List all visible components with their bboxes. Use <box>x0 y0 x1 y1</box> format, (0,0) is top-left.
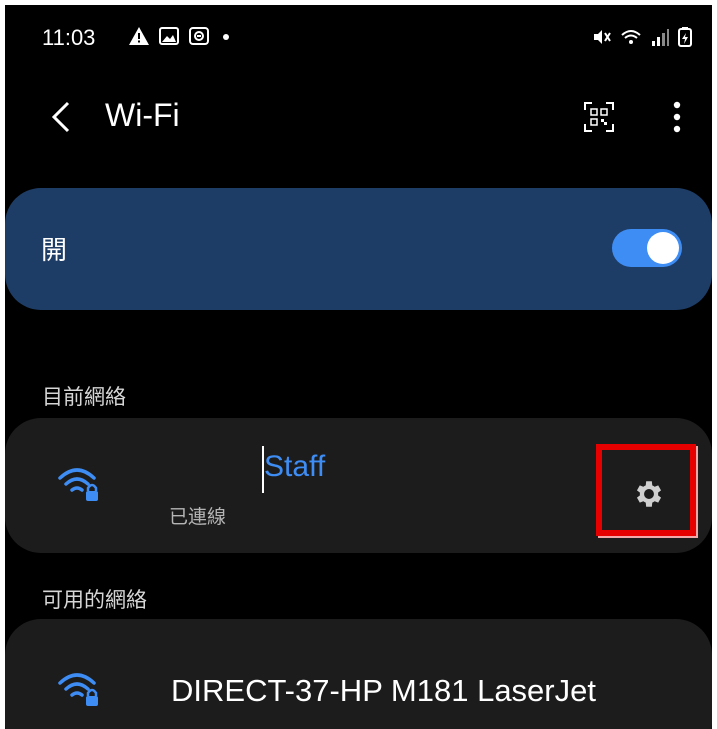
current-network-section-title: 目前網絡 <box>42 386 126 409</box>
app-bar: Wi-Fi <box>5 73 712 163</box>
image-icon <box>159 27 179 45</box>
master-switch-label: 開 <box>41 235 68 265</box>
chevron-left-icon <box>51 101 70 133</box>
qr-scan-button[interactable] <box>577 95 621 139</box>
current-network-ssid: Staff <box>264 450 326 483</box>
current-network-status: 已連線 <box>169 507 227 528</box>
signal-icon <box>652 29 669 46</box>
gear-icon <box>636 481 662 507</box>
mute-icon <box>594 30 611 44</box>
wifi-master-switch-card[interactable]: 開 <box>5 188 712 310</box>
wifi-lock-icon <box>58 673 98 706</box>
warning-icon <box>129 27 149 45</box>
more-options-button[interactable] <box>655 95 699 139</box>
back-button[interactable] <box>41 93 81 141</box>
status-left-icons <box>129 27 233 45</box>
available-network-ssid: DIRECT-37-HP M181 LaserJet <box>171 673 596 708</box>
qr-code-icon <box>584 102 614 132</box>
more-vert-icon <box>673 101 681 133</box>
status-bar: 11:03 <box>5 5 712 73</box>
status-time: 11:03 <box>42 25 96 50</box>
wifi-lock-icon <box>58 468 98 501</box>
battery-icon <box>678 27 692 47</box>
dot-icon <box>223 34 229 40</box>
available-networks-card: DIRECT-37-HP M181 LaserJet <box>5 619 712 729</box>
page-title: Wi-Fi <box>105 97 180 133</box>
phone-screen: 11:03 Wi-Fi 開 目前網絡 Staff 已連線 可用的網絡 DIREC… <box>5 5 712 729</box>
cast-icon <box>189 27 209 45</box>
status-right-icons <box>592 27 692 47</box>
toggle-knob <box>647 232 679 264</box>
network-settings-button[interactable] <box>609 454 689 534</box>
wifi-toggle[interactable] <box>612 229 682 267</box>
current-network-card[interactable]: Staff 已連線 <box>5 418 712 553</box>
wifi-status-icon <box>621 30 641 44</box>
available-networks-section-title: 可用的網絡 <box>42 589 147 612</box>
